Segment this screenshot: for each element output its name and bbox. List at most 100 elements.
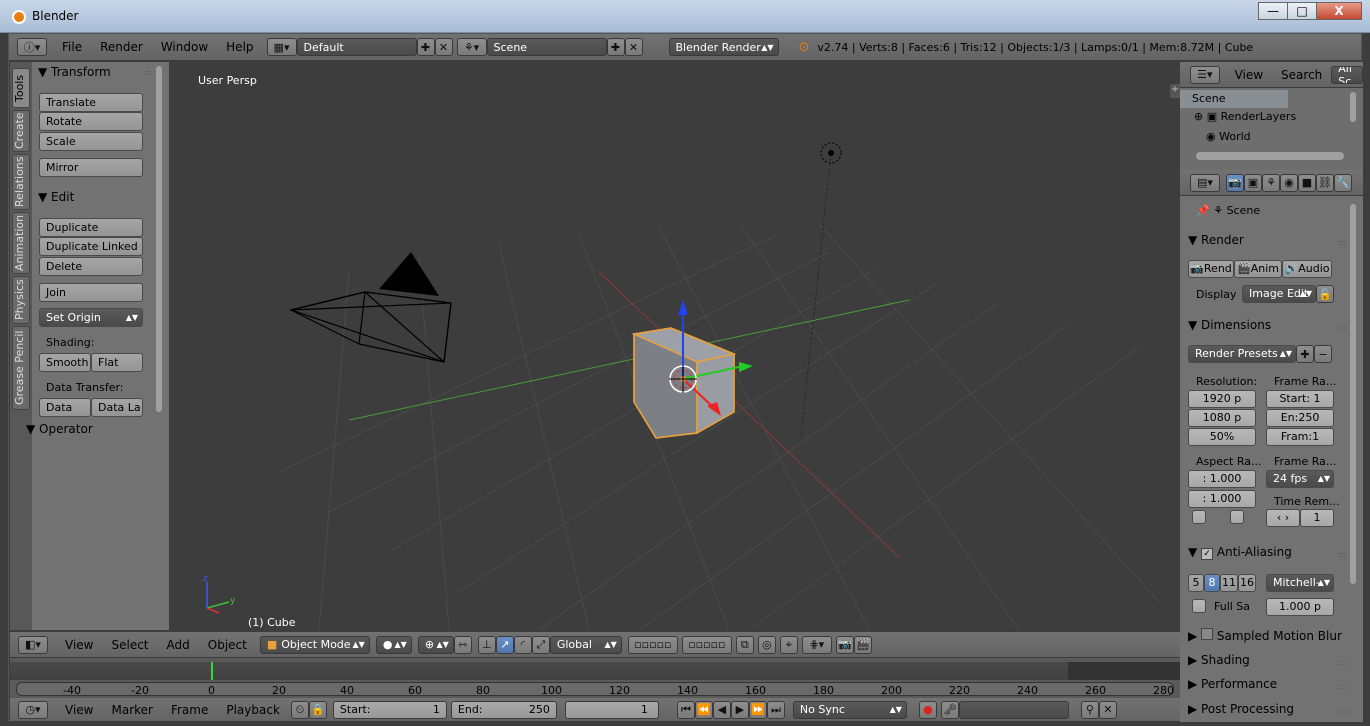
menu-object[interactable]: Object xyxy=(199,638,256,652)
outliner-scrollbar[interactable] xyxy=(1350,92,1356,122)
panel-grip-icon[interactable]: :::: xyxy=(1338,323,1346,332)
menu-window[interactable]: Window xyxy=(152,40,217,54)
tab-physics[interactable]: Physics xyxy=(12,276,30,324)
aspect-x-field[interactable]: : 1.000 xyxy=(1188,470,1256,488)
outliner-menu-view[interactable]: View xyxy=(1226,68,1272,82)
properties-editor-type-icon[interactable]: ▤▾ xyxy=(1190,173,1220,192)
resolution-percent-field[interactable]: 50% xyxy=(1188,428,1256,446)
scene-field[interactable]: Scene xyxy=(486,38,607,56)
modifiers-context-icon[interactable]: 🔧 xyxy=(1334,173,1352,192)
render-panel-title[interactable]: ▼ Render xyxy=(1188,233,1244,247)
filter-size-field[interactable]: 1.000 p xyxy=(1266,598,1334,616)
remove-scene-icon[interactable]: ✕ xyxy=(624,38,643,56)
jump-start-icon[interactable]: ⏮ xyxy=(676,700,695,719)
tab-create[interactable]: Create xyxy=(12,110,30,152)
jump-prev-keyframe-icon[interactable]: ⏪ xyxy=(694,700,713,719)
anti-aliasing-panel-title[interactable]: ▼ ✓ Anti-Aliasing xyxy=(1188,545,1292,560)
screen-layout-field[interactable]: Default xyxy=(296,38,417,56)
add-preset-icon[interactable]: ✚ xyxy=(1296,345,1314,363)
menu-marker[interactable]: Marker xyxy=(102,703,161,717)
screen-layout-icon[interactable]: ▦▾ xyxy=(266,38,297,56)
layers-grid-1-icon[interactable]: ▫▫▫▫▫ xyxy=(627,635,678,654)
current-frame-field[interactable]: 1 xyxy=(564,700,659,719)
tool-shelf-scrollbar[interactable] xyxy=(156,66,162,412)
maximize-button[interactable]: □ xyxy=(1287,2,1317,20)
scene-icon[interactable]: ⚘▾ xyxy=(456,38,487,56)
aa-samples-16-button[interactable]: 16 xyxy=(1238,574,1256,592)
snap-magnet-icon[interactable]: ⌖ xyxy=(779,635,798,654)
aspect-y-field[interactable]: : 1.000 xyxy=(1188,490,1256,508)
render-layers-context-icon[interactable]: ▣ xyxy=(1244,173,1262,192)
performance-panel-title[interactable]: ▶ Performance xyxy=(1188,677,1277,691)
render-engine-select[interactable]: Blender Render ▲▼ xyxy=(668,38,779,56)
play-reverse-icon[interactable]: ◀ xyxy=(712,700,731,719)
opengl-render-icon[interactable]: 📷 xyxy=(835,635,854,654)
full-sample-checkbox[interactable] xyxy=(1192,599,1206,613)
translate-button[interactable]: Translate xyxy=(39,93,143,112)
tab-grease-pencil[interactable]: Grease Pencil xyxy=(12,326,30,410)
delete-keyframe-icon[interactable]: ✕ xyxy=(1098,700,1117,719)
dimensions-panel-title[interactable]: ▼ Dimensions xyxy=(1188,318,1271,332)
menu-add[interactable]: Add xyxy=(158,638,199,652)
keying-set-field[interactable] xyxy=(958,700,1069,719)
interaction-mode-select[interactable]: ■ Object Mode ▲▼ xyxy=(259,635,370,654)
aa-samples-11-button[interactable]: 11 xyxy=(1220,574,1238,592)
outliner-item-renderlayers[interactable]: ⊕ ▣ RenderLayers xyxy=(1194,110,1296,123)
layers-grid-2-icon[interactable]: ▫▫▫▫▫ xyxy=(681,635,732,654)
smooth-button[interactable]: Smooth xyxy=(39,353,91,372)
transform-orientation-select[interactable]: Global ▲▼ xyxy=(549,635,622,654)
display-select[interactable]: Image Edit ▲▼ xyxy=(1242,285,1316,303)
world-context-icon[interactable]: ◉ xyxy=(1280,173,1298,192)
set-origin-select[interactable]: Set Origin ▲▼ xyxy=(39,308,143,327)
jump-end-icon[interactable]: ⏭ xyxy=(766,700,785,719)
pivot-point-select[interactable]: ⊕ ▲▼ xyxy=(417,635,454,654)
tab-animation[interactable]: Animation xyxy=(12,212,30,274)
menu-file[interactable]: File xyxy=(53,40,91,54)
animation-button[interactable]: 🎬Anim xyxy=(1234,260,1282,278)
edit-panel-title[interactable]: ▼ Edit xyxy=(38,190,74,204)
fps-select[interactable]: 24 fps ▲▼ xyxy=(1266,470,1334,488)
join-button[interactable]: Join xyxy=(39,283,143,302)
sync-mode-select[interactable]: No Sync ▲▼ xyxy=(792,700,907,719)
snap-element-icon[interactable]: ⋕▾ xyxy=(801,635,832,654)
minimize-button[interactable]: — xyxy=(1258,2,1288,20)
timeline-area[interactable]: -40 -20 0 20 40 60 80 100 120 140 160 18… xyxy=(10,658,1180,698)
motion-blur-checkbox[interactable] xyxy=(1201,628,1214,640)
outliner-item-world[interactable]: ◉ World xyxy=(1206,130,1251,143)
menu-view[interactable]: View xyxy=(56,638,102,652)
insert-keyframe-icon[interactable]: ⚲ xyxy=(1080,700,1099,719)
anti-aliasing-checkbox[interactable]: ✓ xyxy=(1201,548,1214,560)
flat-button[interactable]: Flat xyxy=(91,353,143,372)
panel-grip-icon[interactable]: :::: xyxy=(1338,550,1346,559)
record-icon[interactable]: ● xyxy=(918,700,937,719)
add-layout-icon[interactable]: ✚ xyxy=(416,38,435,56)
panel-grip-icon[interactable]: :::: xyxy=(1338,682,1346,691)
transform-panel-title[interactable]: ▼ Transform xyxy=(38,65,111,79)
render-context-icon[interactable]: 📷 xyxy=(1226,173,1244,192)
timeline-track[interactable] xyxy=(10,662,1180,680)
panel-grip-icon[interactable]: :::: xyxy=(1338,707,1346,716)
outliner-editor-type-icon[interactable]: ☰▾ xyxy=(1190,65,1220,84)
crop-checkbox[interactable] xyxy=(1230,510,1244,524)
timeline-editor-type-icon[interactable]: ◷▾ xyxy=(18,700,48,719)
outliner-item-scene[interactable]: Scene xyxy=(1180,90,1288,108)
audio-button[interactable]: 🔊Audio xyxy=(1282,260,1332,278)
remove-preset-icon[interactable]: − xyxy=(1314,345,1332,363)
add-scene-icon[interactable]: ✚ xyxy=(606,38,625,56)
pin-icon[interactable]: 📌 xyxy=(1196,204,1210,217)
keying-set-icon[interactable]: 🗝 xyxy=(940,700,959,719)
play-icon[interactable]: ▶ xyxy=(730,700,749,719)
remove-layout-icon[interactable]: ✕ xyxy=(434,38,453,56)
menu-help[interactable]: Help xyxy=(217,40,262,54)
operator-panel-title[interactable]: ▼ Operator xyxy=(26,422,163,436)
aa-filter-select[interactable]: Mitchell- ▲▼ xyxy=(1266,574,1334,592)
viewport-shading-select[interactable]: ● ▲▼ xyxy=(375,635,412,654)
outliner-filter-select[interactable]: All Sc xyxy=(1331,65,1363,84)
preview-range-icon[interactable]: ⏲ xyxy=(290,700,309,719)
panel-grip-icon[interactable]: :::: xyxy=(1338,658,1346,667)
properties-scrollbar[interactable] xyxy=(1350,204,1356,584)
lock-range-icon[interactable]: 🔒 xyxy=(308,700,327,719)
object-context-icon[interactable]: ■ xyxy=(1298,173,1316,192)
rotate-button[interactable]: Rotate xyxy=(39,112,143,131)
frame-start-field[interactable]: Start: 1 xyxy=(1266,390,1334,408)
